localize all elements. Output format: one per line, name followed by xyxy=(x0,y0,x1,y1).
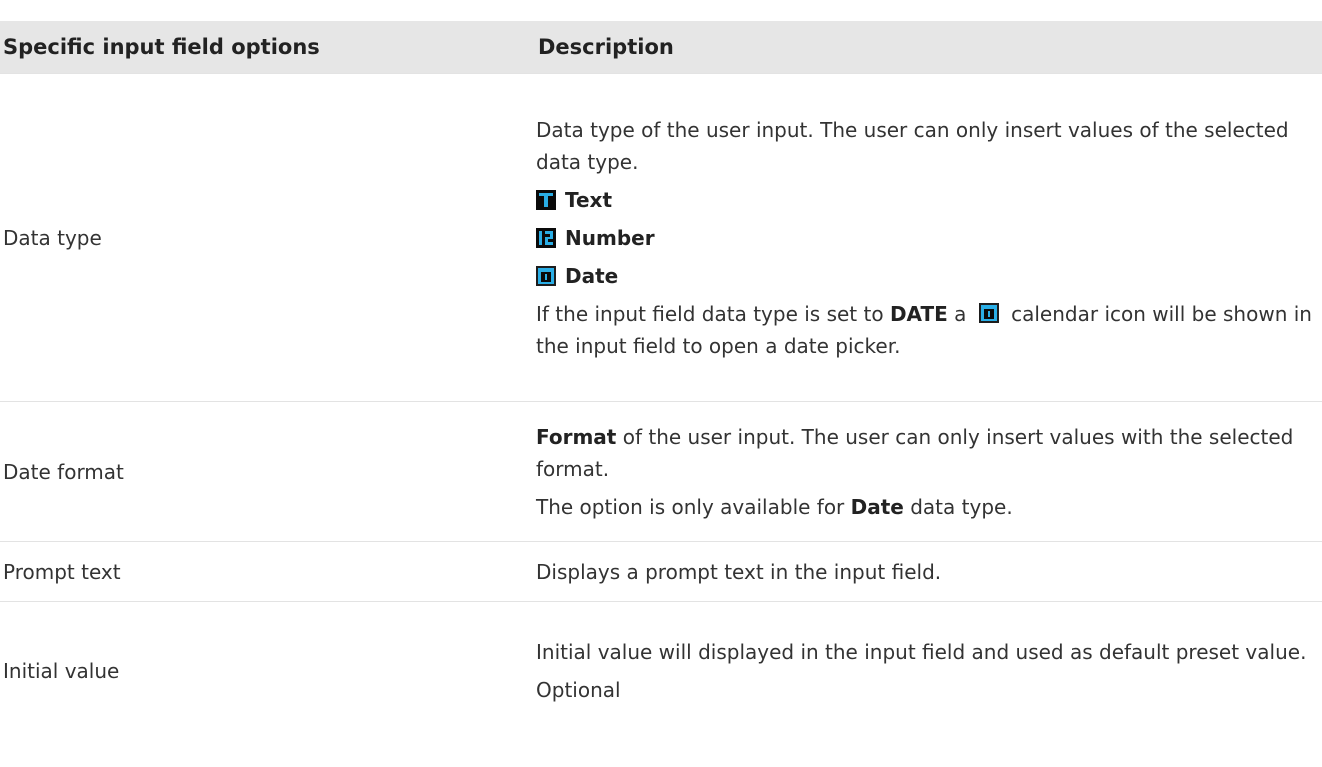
row-description: Format of the user input. The user can o… xyxy=(526,401,1322,542)
note-prefix: The option is only available for xyxy=(536,494,851,519)
option-number-label: Number xyxy=(565,225,655,250)
date-picker-note: If the input field data type is set to D… xyxy=(536,298,1322,362)
initial-value-optional: Optional xyxy=(536,677,621,702)
note-date-keyword: DATE xyxy=(889,301,948,326)
option-date-label: Date xyxy=(565,263,619,288)
initial-value-description: Initial value will displayed in the inpu… xyxy=(536,639,1307,664)
format-keyword: Format xyxy=(536,424,617,449)
table-row-data-type: Data type Data type of the user input. T… xyxy=(0,73,1322,402)
date-keyword: Date xyxy=(850,494,904,519)
calendar-icon xyxy=(978,302,999,323)
input-field-options-table: Specific input field options Description… xyxy=(0,21,1322,740)
table-row-initial-value: Initial value Initial value will display… xyxy=(0,601,1322,740)
calendar-icon xyxy=(536,265,556,286)
text-type-icon xyxy=(536,189,556,210)
option-text: Text xyxy=(536,184,1322,216)
table-row-date-format: Date format Format of the user input. Th… xyxy=(0,401,1322,542)
column-header-description: Description xyxy=(526,21,1322,74)
format-rest: of the user input. The user can only ins… xyxy=(536,424,1294,481)
row-label: Data type xyxy=(0,73,526,402)
note-mid: a xyxy=(947,301,973,326)
date-format-description: Format of the user input. The user can o… xyxy=(536,421,1322,485)
column-header-options: Specific input field options xyxy=(0,21,526,74)
row-label: Date format xyxy=(0,401,526,542)
row-label: Prompt text xyxy=(0,541,526,602)
option-number: Number xyxy=(536,222,1322,254)
row-label: Initial value xyxy=(0,601,526,740)
row-description: Initial value will displayed in the inpu… xyxy=(526,601,1322,740)
row-description: Data type of the user input. The user ca… xyxy=(526,73,1322,402)
date-format-note: The option is only available for Date da… xyxy=(536,491,1322,523)
note-suffix: data type. xyxy=(903,494,1013,519)
option-text-label: Text xyxy=(565,187,613,212)
table-header-row: Specific input field options Description xyxy=(0,21,1322,74)
note-prefix: If the input field data type is set to xyxy=(536,301,890,326)
option-date: Date xyxy=(536,260,1322,292)
row-description: Displays a prompt text in the input fiel… xyxy=(526,541,1322,602)
number-type-icon xyxy=(536,227,556,248)
table-row-prompt-text: Prompt text Displays a prompt text in th… xyxy=(0,541,1322,602)
page: Specific input field options Description… xyxy=(0,0,1322,767)
data-type-description: Data type of the user input. The user ca… xyxy=(536,117,1289,174)
